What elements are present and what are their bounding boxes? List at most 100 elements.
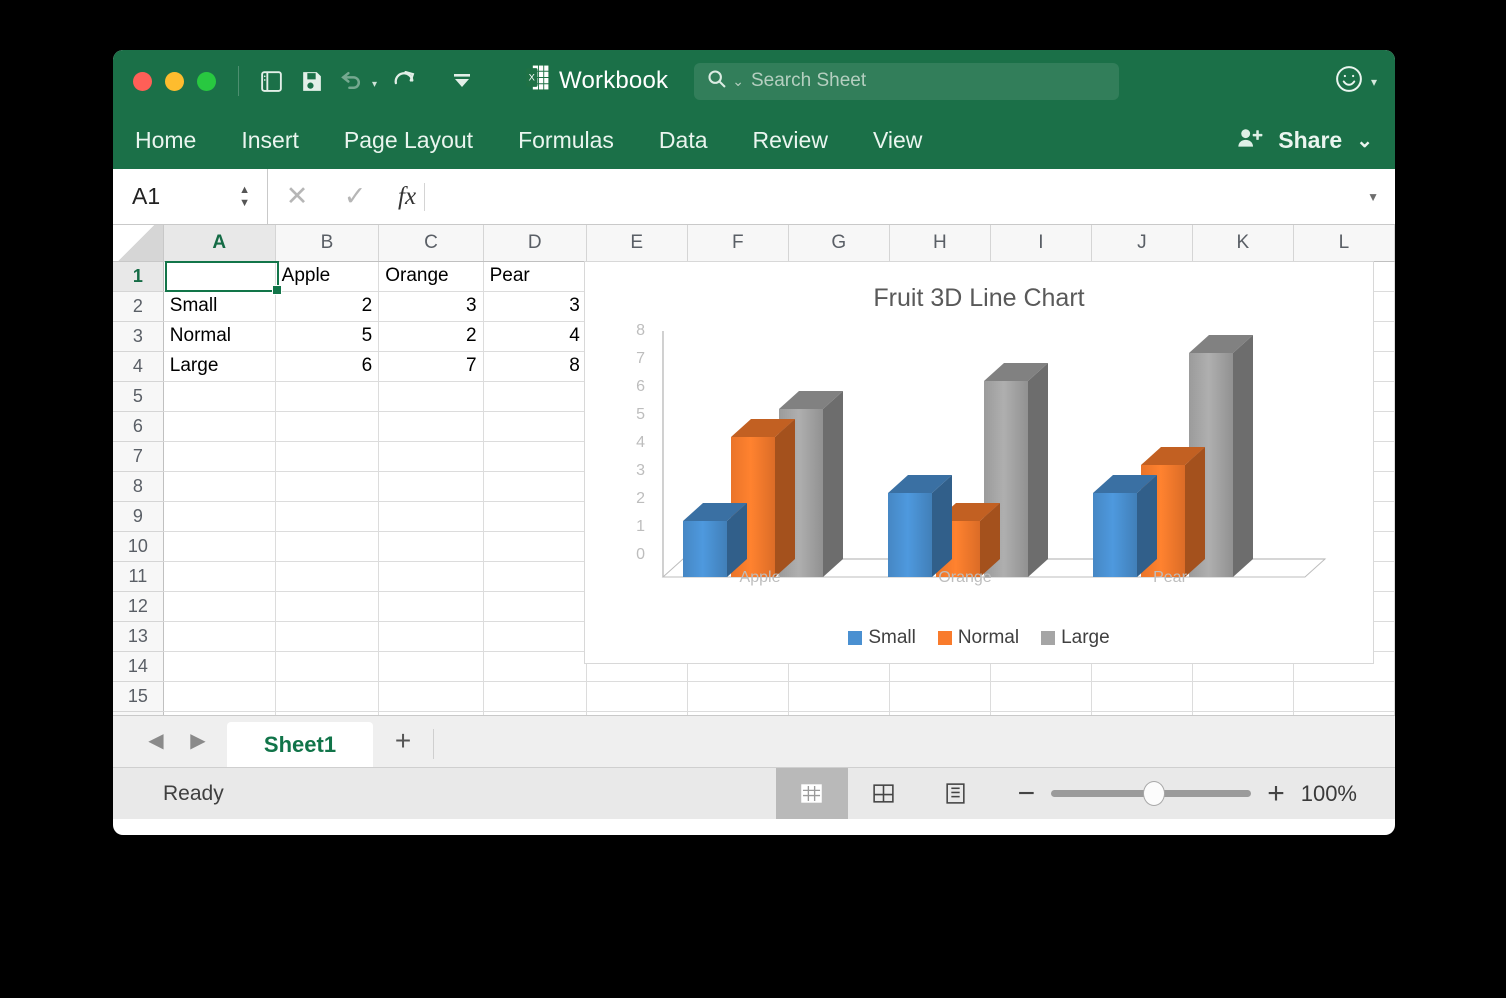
cell-b2[interactable]: 2 (275, 291, 380, 322)
cell-c5[interactable] (378, 381, 484, 412)
select-all-corner[interactable] (113, 225, 164, 262)
row-header-15[interactable]: 15 (113, 681, 164, 712)
cell-d5[interactable] (483, 381, 587, 412)
cell-c15[interactable] (378, 681, 484, 712)
cell-a6[interactable] (163, 411, 276, 442)
cell-k16[interactable] (1192, 711, 1294, 715)
cell-h16[interactable] (889, 711, 991, 715)
column-header-b[interactable]: B (275, 225, 380, 262)
cell-d1[interactable]: Pear (483, 261, 587, 292)
cell-a2[interactable]: Small (163, 291, 276, 322)
cell-c3[interactable]: 2 (378, 321, 484, 352)
zoom-slider-thumb[interactable] (1143, 781, 1166, 806)
legend-item-large[interactable]: Large (1041, 627, 1110, 649)
cell-a16[interactable] (163, 711, 276, 715)
cell-d15[interactable] (483, 681, 587, 712)
undo-icon[interactable] (334, 64, 368, 98)
redo-icon[interactable] (387, 64, 421, 98)
cell-a1[interactable] (163, 261, 276, 292)
cell-d14[interactable] (483, 651, 587, 682)
row-header-9[interactable]: 9 (113, 501, 164, 532)
cell-b4[interactable]: 6 (275, 351, 380, 382)
cell-e15[interactable] (586, 681, 688, 712)
cell-g15[interactable] (788, 681, 890, 712)
sidebar-icon[interactable] (254, 64, 288, 98)
cell-b7[interactable] (275, 441, 380, 472)
search-input[interactable]: ⌄ Search Sheet (694, 62, 1120, 100)
undo-dropdown-caret[interactable]: ▾ (372, 79, 377, 90)
cell-i15[interactable] (990, 681, 1092, 712)
cell-a8[interactable] (163, 471, 276, 502)
tab-page-layout[interactable]: Page Layout (344, 127, 473, 154)
column-header-l[interactable]: L (1293, 225, 1395, 262)
name-box[interactable]: A1 ▲ ▼ (113, 169, 268, 224)
cell-b1[interactable]: Apple (275, 261, 380, 292)
column-header-i[interactable]: I (990, 225, 1092, 262)
cell-c14[interactable] (378, 651, 484, 682)
cell-d11[interactable] (483, 561, 587, 592)
row-header-3[interactable]: 3 (113, 321, 164, 352)
cell-c10[interactable] (378, 531, 484, 562)
cell-c1[interactable]: Orange (378, 261, 484, 292)
cell-b15[interactable] (275, 681, 380, 712)
cell-f16[interactable] (687, 711, 789, 715)
share-button[interactable]: Share ⌄ (1237, 126, 1373, 156)
row-header-2[interactable]: 2 (113, 291, 164, 322)
chart-object[interactable]: Fruit 3D Line Chart 0 1 2 3 4 5 6 7 8 Ap… (584, 261, 1374, 664)
column-header-c[interactable]: C (378, 225, 484, 262)
tab-insert[interactable]: Insert (241, 127, 299, 154)
cancel-formula-button[interactable]: ✕ (268, 181, 326, 212)
row-header-5[interactable]: 5 (113, 381, 164, 412)
cell-d16[interactable] (483, 711, 587, 715)
legend-item-normal[interactable]: Normal (937, 627, 1019, 649)
search-dropdown-caret[interactable]: ⌄ (732, 73, 744, 90)
save-icon[interactable] (294, 64, 328, 98)
tab-data[interactable]: Data (659, 127, 708, 154)
page-break-icon[interactable] (920, 768, 992, 819)
share-caret-icon[interactable]: ⌄ (1356, 128, 1373, 153)
cell-i16[interactable] (990, 711, 1092, 715)
feedback-group[interactable]: ▾ (1334, 64, 1377, 99)
cell-b3[interactable]: 5 (275, 321, 380, 352)
row-header-4[interactable]: 4 (113, 351, 164, 382)
column-header-g[interactable]: G (788, 225, 890, 262)
cell-b13[interactable] (275, 621, 380, 652)
cell-b6[interactable] (275, 411, 380, 442)
tab-view[interactable]: View (873, 127, 922, 154)
cell-j15[interactable] (1091, 681, 1193, 712)
row-header-7[interactable]: 7 (113, 441, 164, 472)
cell-d10[interactable] (483, 531, 587, 562)
page-layout-icon[interactable] (848, 768, 920, 819)
cell-d12[interactable] (483, 591, 587, 622)
customize-icon[interactable] (445, 64, 479, 98)
row-header-8[interactable]: 8 (113, 471, 164, 502)
row-header-1[interactable]: 1 (113, 261, 164, 292)
cell-a4[interactable]: Large (163, 351, 276, 382)
cell-d4[interactable]: 8 (483, 351, 587, 382)
zoom-in-button[interactable]: + (1267, 778, 1285, 808)
cell-b16[interactable] (275, 711, 380, 715)
cell-b12[interactable] (275, 591, 380, 622)
zoom-out-button[interactable]: − (1018, 778, 1036, 808)
cell-c13[interactable] (378, 621, 484, 652)
insert-function-icon[interactable]: fx (398, 183, 416, 211)
normal-view-icon[interactable] (775, 768, 848, 819)
legend-item-small[interactable]: Small (848, 627, 916, 649)
tab-formulas[interactable]: Formulas (518, 127, 614, 154)
tab-review[interactable]: Review (753, 127, 828, 154)
cell-c12[interactable] (378, 591, 484, 622)
cell-a11[interactable] (163, 561, 276, 592)
cell-d8[interactable] (483, 471, 587, 502)
column-header-d[interactable]: D (483, 225, 587, 262)
column-header-a[interactable]: A (163, 225, 276, 262)
row-header-10[interactable]: 10 (113, 531, 164, 562)
zoom-slider[interactable] (1051, 781, 1252, 806)
cell-c9[interactable] (378, 501, 484, 532)
cell-c2[interactable]: 3 (378, 291, 484, 322)
maximize-window-button[interactable] (197, 71, 216, 91)
cell-c4[interactable]: 7 (378, 351, 484, 382)
cell-a12[interactable] (163, 591, 276, 622)
row-header-16[interactable]: 16 (113, 711, 164, 715)
cell-f15[interactable] (687, 681, 789, 712)
stepper-up-icon[interactable]: ▲ (239, 184, 250, 195)
